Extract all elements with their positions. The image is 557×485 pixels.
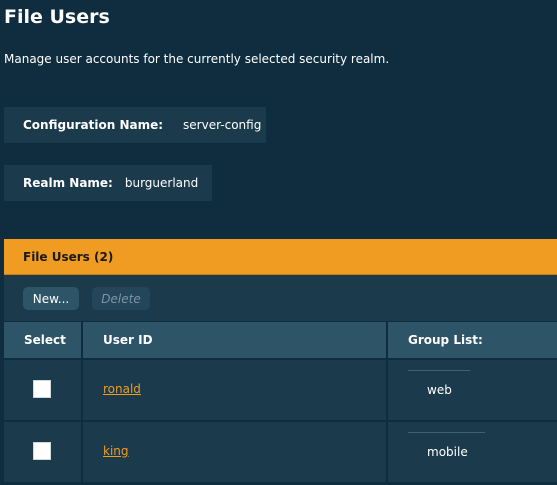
column-header-group-list[interactable]: Group List: — [388, 322, 557, 358]
configuration-name-box: Configuration Name: server-config — [4, 107, 266, 143]
file-users-panel-header: File Users (2) — [4, 239, 557, 275]
table-row-select-cell — [4, 360, 81, 420]
file-users-table: Select User ID Group List: ronald web ki… — [4, 321, 557, 485]
page-description: Manage user accounts for the currently s… — [4, 52, 390, 66]
new-user-button[interactable]: New... — [23, 287, 79, 310]
column-header-user-id[interactable]: User ID — [83, 322, 386, 358]
group-list-divider — [408, 370, 470, 371]
table-row-user-id-cell: king — [83, 422, 386, 482]
user-id-link[interactable]: king — [103, 444, 129, 458]
group-list-value: web — [427, 383, 452, 397]
column-header-select[interactable]: Select — [4, 322, 81, 358]
row-select-checkbox[interactable] — [33, 442, 51, 460]
table-row-select-cell — [4, 422, 81, 482]
table-row-user-id-cell: ronald — [83, 360, 386, 420]
group-list-divider — [408, 432, 485, 433]
realm-name-label: Realm Name: — [23, 176, 113, 190]
file-users-panel-title: File Users (2) — [23, 249, 114, 264]
realm-name-box: Realm Name: burguerland — [4, 165, 212, 201]
configuration-name-value: server-config — [183, 118, 262, 132]
row-select-checkbox[interactable] — [33, 380, 51, 398]
realm-name-value: burguerland — [124, 176, 199, 190]
group-list-value: mobile — [427, 445, 468, 459]
table-row-group-cell: web — [388, 360, 557, 420]
delete-user-button: Delete — [92, 287, 150, 310]
page-title: File Users — [4, 6, 110, 28]
configuration-name-label: Configuration Name: — [23, 118, 164, 132]
table-toolbar: New... Delete — [4, 275, 557, 321]
table-row-group-cell: mobile — [388, 422, 557, 482]
user-id-link[interactable]: ronald — [103, 382, 141, 396]
